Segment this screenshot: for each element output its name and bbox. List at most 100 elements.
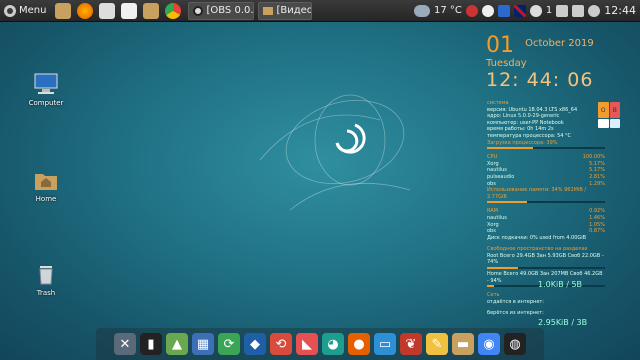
process-row: obs 0.87%	[487, 228, 605, 235]
clock-month: October 2019	[525, 38, 594, 49]
net-status: отдаётся в интернет:	[487, 298, 544, 305]
process-name: Xorg	[487, 160, 499, 167]
clock-time: 12: 44: 06	[486, 69, 594, 91]
process-value: 5.17%	[589, 160, 605, 167]
process-name: pulseaudio	[487, 173, 515, 180]
computer-icon	[34, 73, 58, 94]
disk-root-bar	[487, 267, 605, 270]
taskbar-video-label: [Видео]	[276, 5, 313, 16]
desktop-trash-icon[interactable]: Trash	[18, 262, 74, 297]
desktop-icon-label: Trash	[36, 289, 56, 297]
ram-usage-label: Использование памяти: 34% 961MiB / 2.77G…	[487, 187, 587, 200]
system-line: температура процессора: 54 °C	[487, 132, 572, 139]
process-value: 1.46%	[589, 214, 605, 221]
process-value: 1.05%	[589, 221, 605, 228]
top-panel: Menu [OBS 0.0... [Видео] 17 °C 1 12:44	[0, 0, 640, 22]
obs-icon[interactable]: ◍	[504, 333, 526, 355]
chrome-icon[interactable]: ◉	[478, 333, 500, 355]
system-header: система	[487, 100, 509, 106]
software-center-icon[interactable]: ◣	[296, 333, 318, 355]
cherry-icon[interactable]: ❦	[400, 333, 422, 355]
obs-tray-icon[interactable]	[481, 4, 494, 17]
disk-home-fill	[487, 285, 495, 288]
chrome-icon[interactable]	[165, 2, 182, 19]
menu-logo-icon	[4, 4, 16, 17]
text-editor-icon[interactable]	[121, 2, 138, 19]
process-row: Xorg 1.05%	[487, 222, 605, 229]
conky-system-monitor: система версия: Ubuntu 18.04.3 LTS x86_6…	[487, 100, 605, 305]
system-line: версия: Ubuntu 18.04.3 LTS x86_64	[487, 106, 578, 113]
calculator-icon[interactable]: ▦	[192, 333, 214, 355]
weather-cloud-icon[interactable]	[414, 4, 431, 17]
conky-clock: 01 October 2019 Tuesday 12: 44: 06	[486, 34, 594, 92]
disk-root-fill	[487, 267, 518, 270]
process-name: obs	[487, 228, 496, 235]
cpu-header: CPU	[487, 154, 498, 161]
firefox-icon[interactable]	[77, 2, 94, 19]
process-name: Xorg	[487, 221, 499, 228]
cpu-header-row: CPU 100.00%	[487, 154, 605, 161]
process-row: obs 1.29%	[487, 181, 605, 188]
power-icon[interactable]	[588, 4, 601, 17]
folder-icon[interactable]	[143, 2, 160, 19]
desktop-icon-label: Home	[35, 195, 57, 203]
file-manager-icon[interactable]	[55, 2, 72, 19]
tile-b: B	[609, 102, 620, 118]
system-line: время работы: 0h 14m 2s	[487, 126, 554, 133]
desktop-home-icon[interactable]: Home	[18, 168, 74, 203]
trash-icon	[39, 266, 53, 285]
process-value: 1.29%	[589, 180, 605, 187]
process-name: nautilus	[487, 167, 507, 174]
system-update-icon[interactable]: ⟲	[270, 333, 292, 355]
process-row: nautilus 5.17%	[487, 167, 605, 174]
menu-button[interactable]: Menu	[0, 0, 52, 22]
terminal-icon[interactable]: ▮	[140, 333, 162, 355]
info-icon[interactable]	[529, 4, 542, 17]
cpu-load-label: Загрузка процессора: 39%	[487, 139, 558, 146]
system-tray: 17 °C 1 12:44	[414, 4, 640, 17]
clock-weekday: Tuesday	[486, 58, 527, 69]
taskbar-video-window[interactable]: [Видео]	[258, 1, 313, 20]
cpu-total: 100.00%	[582, 154, 605, 161]
net-header: Сеть	[487, 292, 500, 299]
system-line: ядро: Linux 5.0.0-29-generic	[487, 113, 560, 120]
home-folder-icon	[35, 174, 57, 190]
process-row: pulseaudio 2.81%	[487, 174, 605, 181]
ram-usage-fill	[487, 201, 528, 204]
ram-header-row: RAM 0.92%	[487, 208, 605, 215]
swap-label: Диск подкачки: 0% used from 4.00GiB	[487, 234, 587, 241]
taskbar-obs-window[interactable]: [OBS 0.0...	[188, 1, 255, 20]
taskbar-obs-label: [OBS 0.0...	[206, 5, 254, 16]
settings-tools-icon[interactable]: ✕	[114, 333, 136, 355]
cpu-load-bar	[487, 147, 605, 150]
network-icon[interactable]	[556, 4, 569, 17]
folder-icon	[263, 6, 274, 15]
notes-icon[interactable]: ✎	[426, 333, 448, 355]
sync-icon[interactable]: ⟳	[218, 333, 240, 355]
screenshot-icon[interactable]	[99, 2, 116, 19]
system-line: компьютер: user-PP Notebook	[487, 119, 564, 126]
notification-count: 1	[545, 5, 553, 16]
cpu-load-fill	[487, 147, 534, 150]
bluetooth-icon[interactable]	[497, 4, 510, 17]
disk-usage-icon[interactable]: ◕	[322, 333, 344, 355]
disk-root: Root Всего 29.4GB Зан 5.93GB Своб 22.0GB…	[487, 252, 604, 266]
process-value: 5.17%	[589, 167, 605, 174]
menu-label: Menu	[19, 5, 47, 16]
process-value: 2.81%	[589, 173, 605, 180]
tv-icon[interactable]: ▭	[374, 333, 396, 355]
image-viewer-icon[interactable]: ▲	[166, 333, 188, 355]
uk-flag-icon[interactable]	[513, 4, 526, 17]
tile-blank-2	[609, 119, 620, 128]
ram-header: RAM	[487, 208, 499, 215]
firefox-icon[interactable]: ●	[348, 333, 370, 355]
net-download: 2.95KiB / 3B	[538, 318, 588, 327]
no-disturb-icon[interactable]	[465, 4, 478, 17]
desktop-computer-icon[interactable]: Computer	[18, 72, 74, 107]
debian-swirl-logo	[259, 94, 411, 211]
process-value: 0.87%	[589, 228, 605, 235]
virtualbox-icon[interactable]: ◆	[244, 333, 266, 355]
folder-icon[interactable]: ▬	[452, 333, 474, 355]
weather-temperature: 17 °C	[434, 5, 462, 16]
volume-icon[interactable]	[572, 4, 585, 17]
